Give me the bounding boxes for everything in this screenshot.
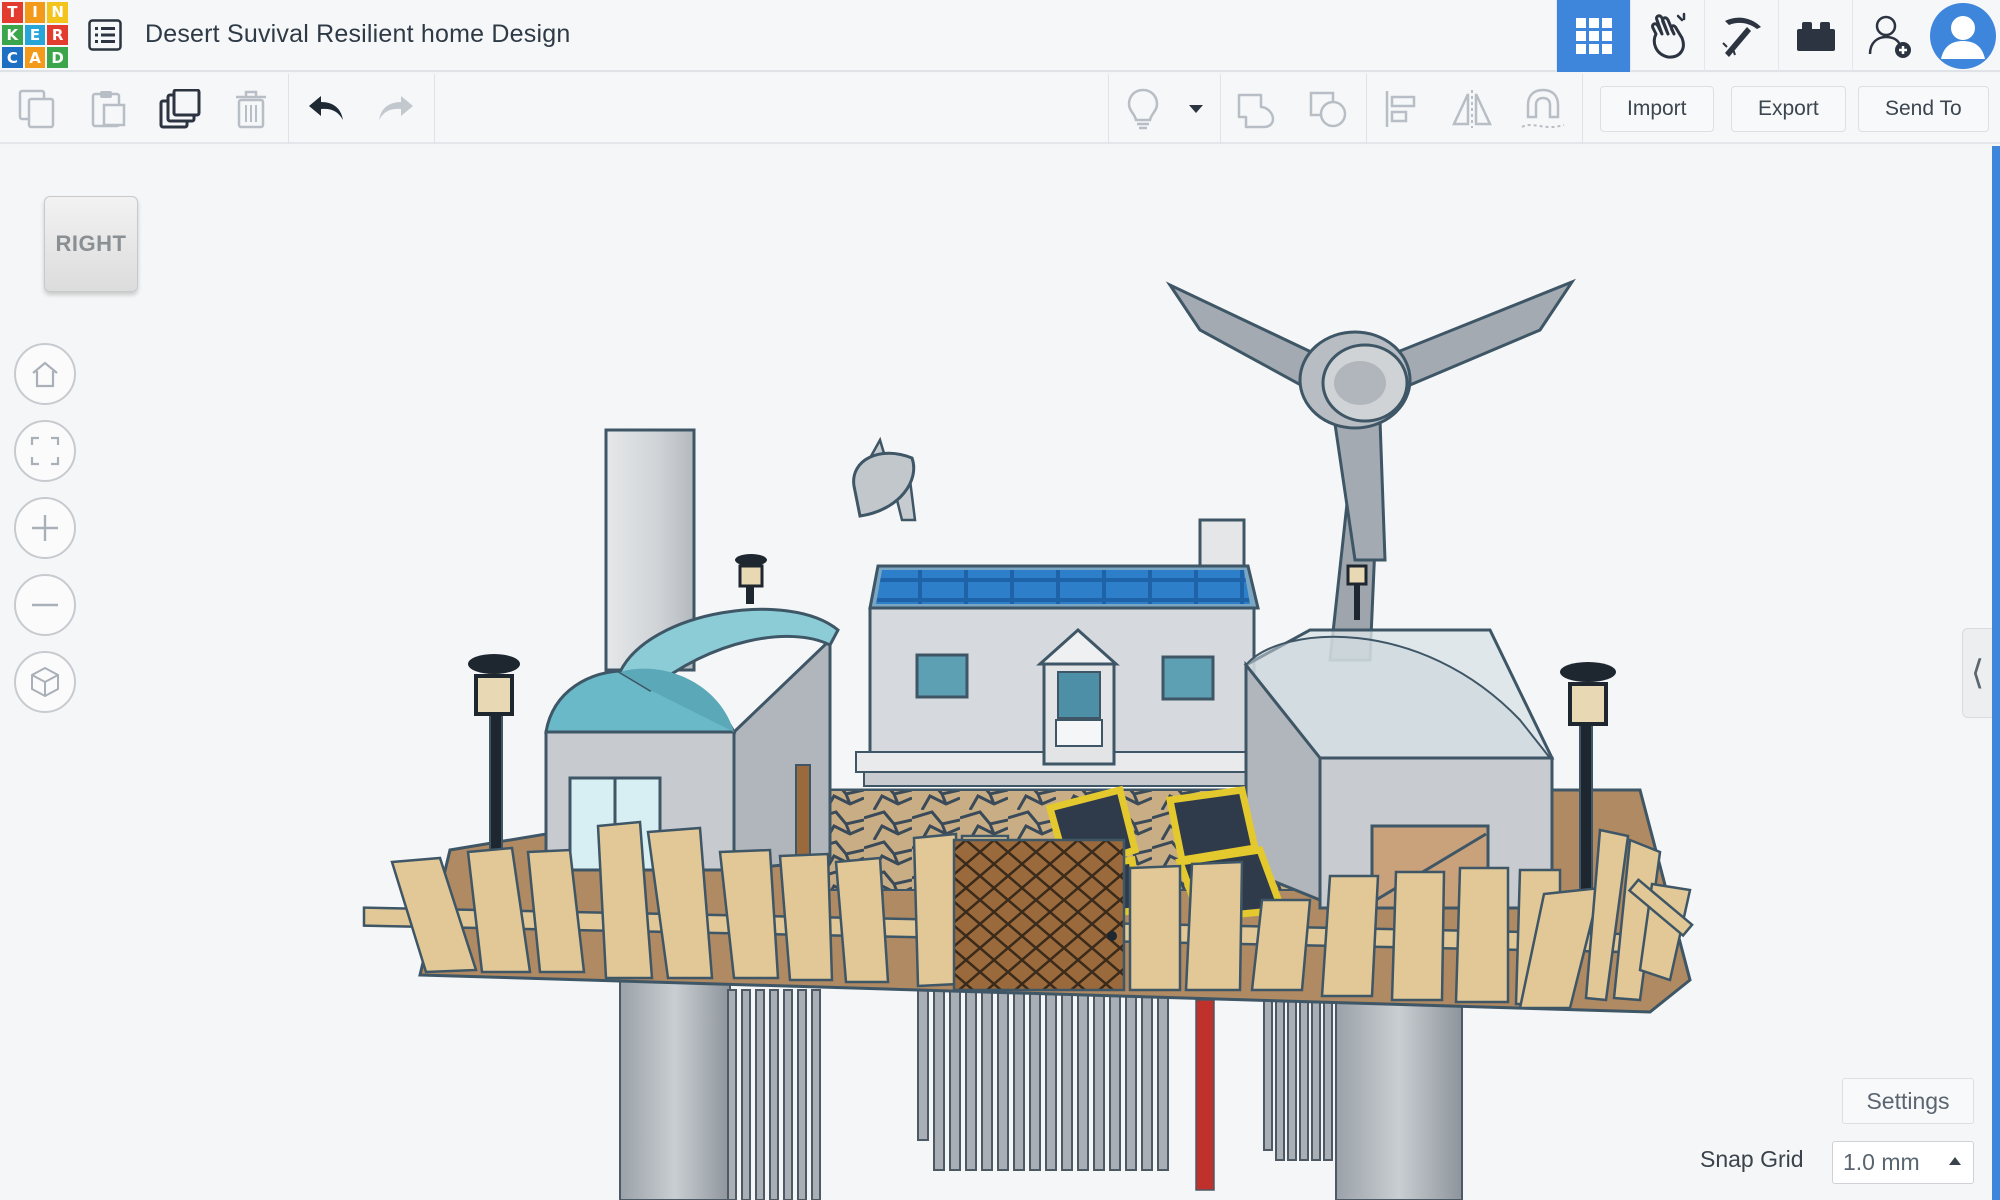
align-icon — [1385, 91, 1416, 127]
duplicate-icon — [159, 89, 201, 129]
notes-dropdown-button[interactable] — [1180, 74, 1212, 144]
fit-view-button[interactable] — [14, 420, 76, 482]
workplane[interactable]: RIGHT ⟨ — [0, 146, 2000, 1200]
toolbar-separator — [288, 74, 289, 144]
delete-button[interactable] — [226, 74, 276, 144]
logo-tile: K — [2, 24, 23, 46]
undo-button[interactable] — [300, 74, 352, 144]
import-button[interactable]: Import — [1600, 86, 1714, 132]
paste-icon — [91, 91, 126, 128]
lego-brick-icon — [1796, 22, 1835, 51]
panel-accent-bar — [1992, 146, 2000, 1200]
magnet-icon — [1521, 88, 1565, 128]
paste-button[interactable] — [84, 74, 134, 144]
codeblocks-button[interactable] — [1630, 0, 1704, 72]
snap-grid-select[interactable]: 1.0 mm — [1832, 1141, 1974, 1184]
logo-tile: D — [47, 47, 68, 68]
zoom-in-icon — [32, 515, 58, 541]
logo-tile: N — [47, 2, 68, 23]
user-avatar-button[interactable] — [1926, 0, 2000, 72]
notes-button[interactable] — [1118, 74, 1168, 144]
collapse-panel-button[interactable]: ⟨ — [1962, 628, 1992, 718]
zoom-out-icon — [32, 603, 58, 607]
export-button[interactable]: Export — [1731, 86, 1846, 132]
fit-view-icon — [30, 436, 60, 466]
toolbar-separator — [1366, 74, 1367, 144]
logo-tile: T — [2, 2, 23, 23]
toolbar-separator — [1582, 74, 1583, 144]
user-avatar-icon — [1930, 3, 1996, 69]
view-cube[interactable]: RIGHT — [44, 196, 140, 298]
align-button[interactable] — [1376, 74, 1426, 144]
zoom-out-button[interactable] — [14, 574, 76, 636]
ungroup-button[interactable] — [1302, 74, 1354, 144]
send-to-button[interactable]: Send To — [1858, 86, 1989, 132]
add-user-icon — [1868, 15, 1911, 58]
copy-button[interactable] — [12, 74, 62, 144]
logo-tile: A — [24, 47, 46, 68]
snap-grid-value: 1.0 mm — [1843, 1149, 1920, 1175]
toolbar-separator — [1108, 74, 1109, 144]
list-icon — [88, 19, 122, 51]
3d-design-view-button[interactable] — [1556, 0, 1630, 72]
design-title[interactable]: Desert Suvival Resilient home Design — [145, 20, 570, 49]
home-icon — [32, 361, 58, 388]
logo-tile: R — [47, 24, 68, 46]
chevron-down-icon — [1189, 105, 1203, 113]
pickaxe-icon — [1721, 17, 1761, 57]
invite-user-button[interactable] — [1852, 0, 1926, 72]
settings-button[interactable]: Settings — [1842, 1078, 1974, 1124]
trash-icon — [236, 90, 266, 129]
ungroup-icon — [1309, 91, 1347, 128]
logo-tile: E — [24, 24, 46, 46]
redo-button[interactable] — [370, 74, 422, 144]
lightbulb-icon — [1127, 88, 1159, 130]
design-list-button[interactable] — [86, 16, 124, 54]
bricks-button[interactable] — [1778, 0, 1852, 72]
undo-icon — [309, 96, 343, 120]
left-house — [544, 428, 840, 872]
right-greenhouse — [1243, 628, 1555, 910]
mirror-button[interactable] — [1446, 74, 1498, 144]
toolbar-separator — [1220, 74, 1221, 144]
home-view-button[interactable] — [14, 343, 76, 405]
3d-model-scene[interactable] — [0, 146, 2000, 1200]
group-button[interactable] — [1230, 74, 1282, 144]
mirror-icon — [1452, 90, 1492, 128]
view-cube-label: RIGHT — [55, 231, 127, 256]
center-house — [852, 436, 1263, 787]
view-cube-face[interactable]: RIGHT — [44, 196, 138, 292]
duplicate-button[interactable] — [154, 74, 206, 144]
top-nav — [1556, 0, 2000, 72]
top-bar: TIN KER CAD Desert Suvival Resilient home … — [0, 0, 2000, 72]
caret-up-icon — [1949, 1157, 1961, 1165]
logo-tile: C — [2, 47, 23, 68]
toolbar: Import Export Send To — [0, 74, 2000, 144]
support-columns — [619, 979, 1463, 1200]
sim-lab-button[interactable] — [1704, 0, 1778, 72]
codeblocks-icon — [1650, 12, 1685, 59]
toolbar-separator — [434, 74, 435, 144]
zoom-in-button[interactable] — [14, 497, 76, 559]
snap-grid-label: Snap Grid — [1700, 1146, 1804, 1172]
redo-icon — [379, 96, 413, 120]
perspective-button[interactable] — [14, 651, 76, 713]
logo-tile: I — [24, 2, 46, 23]
tinkercad-logo[interactable]: TIN KER CAD — [2, 2, 68, 68]
copy-icon — [18, 89, 55, 129]
perspective-cube-icon — [31, 666, 59, 698]
grid-view-icon — [1575, 18, 1612, 54]
cruise-button[interactable] — [1516, 74, 1570, 144]
group-icon — [1237, 93, 1275, 129]
